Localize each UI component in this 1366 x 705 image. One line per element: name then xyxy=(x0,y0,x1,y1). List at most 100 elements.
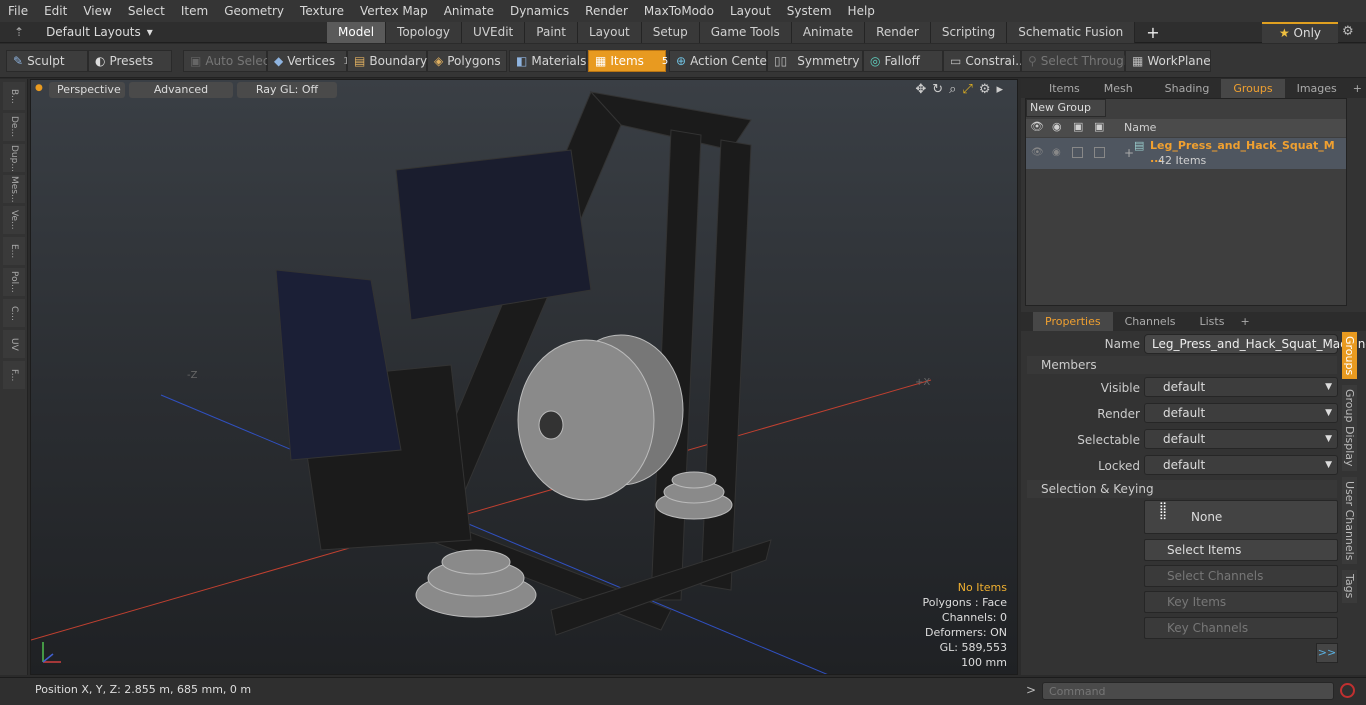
more-button[interactable]: >> xyxy=(1316,643,1338,663)
key-channels-button[interactable]: Key Channels xyxy=(1144,617,1338,639)
lock-col-icon[interactable]: ▣ xyxy=(1073,120,1083,133)
menu-animate[interactable]: Animate xyxy=(436,0,502,22)
strip-tab-fusion[interactable]: F... xyxy=(3,361,25,389)
row-checkbox-icon[interactable] xyxy=(1094,147,1105,158)
selectable-dropdown[interactable]: default ▼ xyxy=(1144,429,1338,449)
menu-vertex-map[interactable]: Vertex Map xyxy=(352,0,436,22)
strip-tab-polygon[interactable]: Pol... xyxy=(3,268,25,296)
strip-tab-mesh[interactable]: Mes... xyxy=(3,175,25,203)
workplane-button[interactable]: ▦ WorkPlane xyxy=(1125,50,1211,72)
constraints-button[interactable]: ▭ Constrai... xyxy=(943,50,1027,72)
side-tab-user-channels[interactable]: User Channels xyxy=(1342,476,1357,565)
materials-button[interactable]: ◧ Materials xyxy=(509,50,587,72)
add-prop-tab-icon[interactable]: + xyxy=(1236,312,1253,331)
tab-mesh[interactable]: Mesh ... xyxy=(1092,79,1153,114)
strip-tab-deform[interactable]: De... xyxy=(3,113,25,141)
menu-render[interactable]: Render xyxy=(577,0,636,22)
boundary-button[interactable]: ▤ Boundary xyxy=(347,50,427,72)
key-items-button[interactable]: Key Items xyxy=(1144,591,1338,613)
tab-schematic-fusion[interactable]: Schematic Fusion xyxy=(1007,22,1136,43)
render-icon[interactable]: ◉ xyxy=(1052,120,1062,133)
tab-shading[interactable]: Shading xyxy=(1153,79,1222,98)
menu-system[interactable]: System xyxy=(779,0,840,22)
menu-file[interactable]: File xyxy=(0,0,36,22)
layouts-dropdown[interactable]: ⇡ Default Layouts ▾ xyxy=(14,22,153,43)
visible-label: Visible xyxy=(1100,381,1140,395)
tab-layout[interactable]: Layout xyxy=(577,22,642,43)
tab-images[interactable]: Images xyxy=(1285,79,1349,98)
menu-select[interactable]: Select xyxy=(120,0,173,22)
top-panel-tabs: Items Mesh ... Shading Groups Images + xyxy=(1021,79,1366,114)
tab-render[interactable]: Render xyxy=(865,22,931,43)
strip-tab-curve[interactable]: C... xyxy=(3,299,25,327)
symmetry-button[interactable]: ▯▯ Symmetry xyxy=(767,50,863,72)
tab-uvedit[interactable]: UVEdit xyxy=(462,22,526,43)
row-eye-icon[interactable]: 👁 xyxy=(1031,147,1044,158)
strip-tab-duplicate[interactable]: Dup... xyxy=(3,144,25,172)
strip-tab-uv[interactable]: UV xyxy=(3,330,25,358)
tab-topology[interactable]: Topology xyxy=(386,22,463,43)
tab-setup[interactable]: Setup xyxy=(641,22,700,43)
polygons-button[interactable]: ◈ Polygons xyxy=(427,50,507,72)
menu-help[interactable]: Help xyxy=(840,0,883,22)
strip-tab-edge[interactable]: E... xyxy=(3,237,25,265)
none-button[interactable]: ⠿ ⠿ None xyxy=(1144,500,1338,534)
select-through-button[interactable]: ⚲ Select Through xyxy=(1021,50,1131,72)
menu-edit[interactable]: Edit xyxy=(36,0,75,22)
tab-game-tools[interactable]: Game Tools xyxy=(699,22,792,43)
visible-dropdown[interactable]: default ▼ xyxy=(1144,377,1338,397)
falloff-button[interactable]: ◎ Falloff xyxy=(863,50,943,72)
strip-tab-vertex[interactable]: Ve... xyxy=(3,206,25,234)
tab-model[interactable]: Model xyxy=(327,22,387,43)
tab-lists[interactable]: Lists xyxy=(1188,312,1237,331)
info-gl: GL: 589,553 xyxy=(939,641,1007,654)
side-tab-tags[interactable]: Tags xyxy=(1342,570,1357,603)
action-center-button[interactable]: ⊕ Action Center xyxy=(669,50,772,72)
select-channels-button[interactable]: Select Channels xyxy=(1144,565,1338,587)
select-col-icon[interactable]: ▣ xyxy=(1094,120,1104,133)
items-button[interactable]: ▦ Items 5 xyxy=(588,50,668,72)
leg-press-machine xyxy=(275,91,772,636)
visibility-eye-icon[interactable]: 👁 xyxy=(1030,120,1044,133)
select-items-button[interactable]: Select Items xyxy=(1144,539,1338,561)
only-toggle[interactable]: ★ Only xyxy=(1262,22,1338,43)
menu-maxtomodo[interactable]: MaxToModo xyxy=(636,0,722,22)
side-tab-groups[interactable]: Groups xyxy=(1342,332,1357,380)
menu-view[interactable]: View xyxy=(75,0,119,22)
members-section[interactable]: Members xyxy=(1027,356,1337,374)
menu-layout[interactable]: Layout xyxy=(722,0,779,22)
locked-dropdown[interactable]: default ▼ xyxy=(1144,455,1338,475)
gear-icon[interactable]: ⚙ xyxy=(1342,24,1354,39)
group-row[interactable]: 👁 ◉ + ▤ Leg_Press_and_Hack_Squat_M ... 4… xyxy=(1026,138,1346,169)
tab-scripting[interactable]: Scripting xyxy=(930,22,1008,43)
menu-item[interactable]: Item xyxy=(173,0,216,22)
tab-items[interactable]: Items xyxy=(1037,79,1092,98)
presets-button[interactable]: ◐ Presets xyxy=(88,50,172,72)
cube-icon: ▣ xyxy=(190,54,202,68)
row-checkbox-icon[interactable] xyxy=(1072,147,1083,158)
vertices-button[interactable]: ◆Vertices1 xyxy=(267,50,349,72)
3d-viewport[interactable]: ● Perspective Advanced Ray GL: Off ✥ ↻ ⌕… xyxy=(30,79,1018,675)
tab-paint[interactable]: Paint xyxy=(525,22,578,43)
tab-groups[interactable]: Groups xyxy=(1221,79,1285,98)
expand-icon[interactable]: + xyxy=(1124,146,1134,160)
row-render-icon[interactable]: ◉ xyxy=(1052,147,1061,158)
strip-tab-basic[interactable]: B... xyxy=(3,82,25,110)
menu-texture[interactable]: Texture xyxy=(292,0,352,22)
sculpt-button[interactable]: ✎ Sculpt xyxy=(6,50,88,72)
auto-select-button[interactable]: ▣ Auto Select xyxy=(183,50,274,72)
selection-keying-section[interactable]: Selection & Keying xyxy=(1027,480,1337,498)
name-field[interactable]: Leg_Press_and_Hack_Squat_Machine xyxy=(1144,334,1366,354)
record-icon[interactable] xyxy=(1340,683,1355,698)
tab-properties[interactable]: Properties xyxy=(1033,312,1113,331)
tab-animate[interactable]: Animate xyxy=(791,22,866,43)
add-tab-icon[interactable]: + xyxy=(1135,22,1170,43)
render-dropdown[interactable]: default ▼ xyxy=(1144,403,1338,423)
add-panel-tab-icon[interactable]: + xyxy=(1349,79,1366,98)
menu-geometry[interactable]: Geometry xyxy=(216,0,292,22)
new-group-button[interactable]: New Group xyxy=(1026,99,1106,117)
command-input[interactable] xyxy=(1042,682,1334,700)
side-tab-group-display[interactable]: Group Display xyxy=(1342,385,1357,471)
tab-channels[interactable]: Channels xyxy=(1113,312,1188,331)
menu-dynamics[interactable]: Dynamics xyxy=(502,0,577,22)
